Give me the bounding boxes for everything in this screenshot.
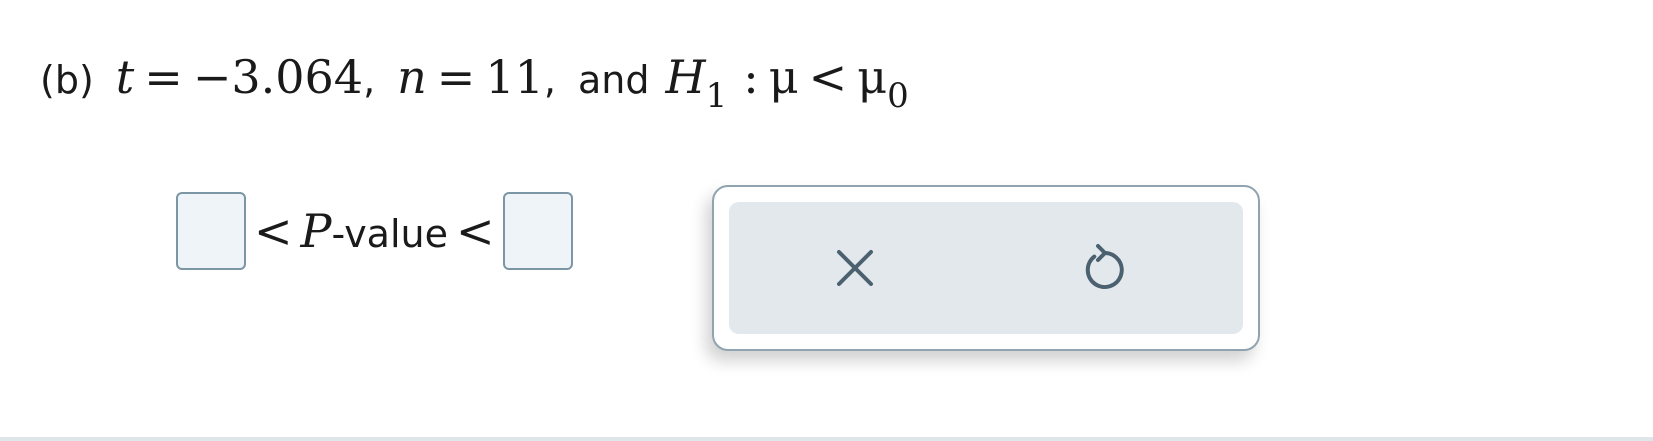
upper-bound-input[interactable] (502, 192, 573, 270)
and-text: and (577, 58, 650, 102)
answer-toolpad (712, 185, 1260, 351)
comma: , (363, 58, 376, 102)
mu-zero-symbol: μ (857, 50, 888, 104)
colon: : (743, 50, 759, 104)
less-than-sign: < (808, 50, 848, 104)
hypothesis-subscript: 1 (705, 76, 728, 116)
p-value-label: P -value (301, 204, 448, 258)
undo-button[interactable] (1075, 238, 1135, 298)
lower-bound-input[interactable] (176, 192, 246, 270)
close-icon (837, 250, 873, 286)
mu-zero-subscript: 0 (887, 76, 909, 116)
equals-sign: = (436, 50, 476, 104)
toolpad-body (729, 202, 1243, 334)
t-variable: t (115, 50, 135, 104)
less-than-sign: < (456, 204, 495, 258)
part-label: (b) (40, 58, 94, 102)
clear-button[interactable] (825, 238, 885, 298)
comma: , (543, 58, 556, 102)
mu-symbol: μ (768, 50, 799, 104)
equals-sign: = (144, 50, 183, 104)
question-statement: (b) t = −3.064 , n = 11 , and H 1 : μ < … (40, 50, 909, 120)
less-than-sign: < (254, 204, 293, 258)
p-value-interval: < P -value < (176, 190, 573, 272)
value-text: -value (331, 212, 449, 256)
p-variable: P (300, 204, 332, 258)
t-value: −3.064 (192, 50, 364, 104)
undo-icon (1085, 244, 1124, 289)
hypothesis-variable: H (665, 50, 706, 104)
divider (0, 437, 1653, 441)
n-value: 11 (485, 50, 544, 104)
n-variable: n (397, 50, 427, 104)
